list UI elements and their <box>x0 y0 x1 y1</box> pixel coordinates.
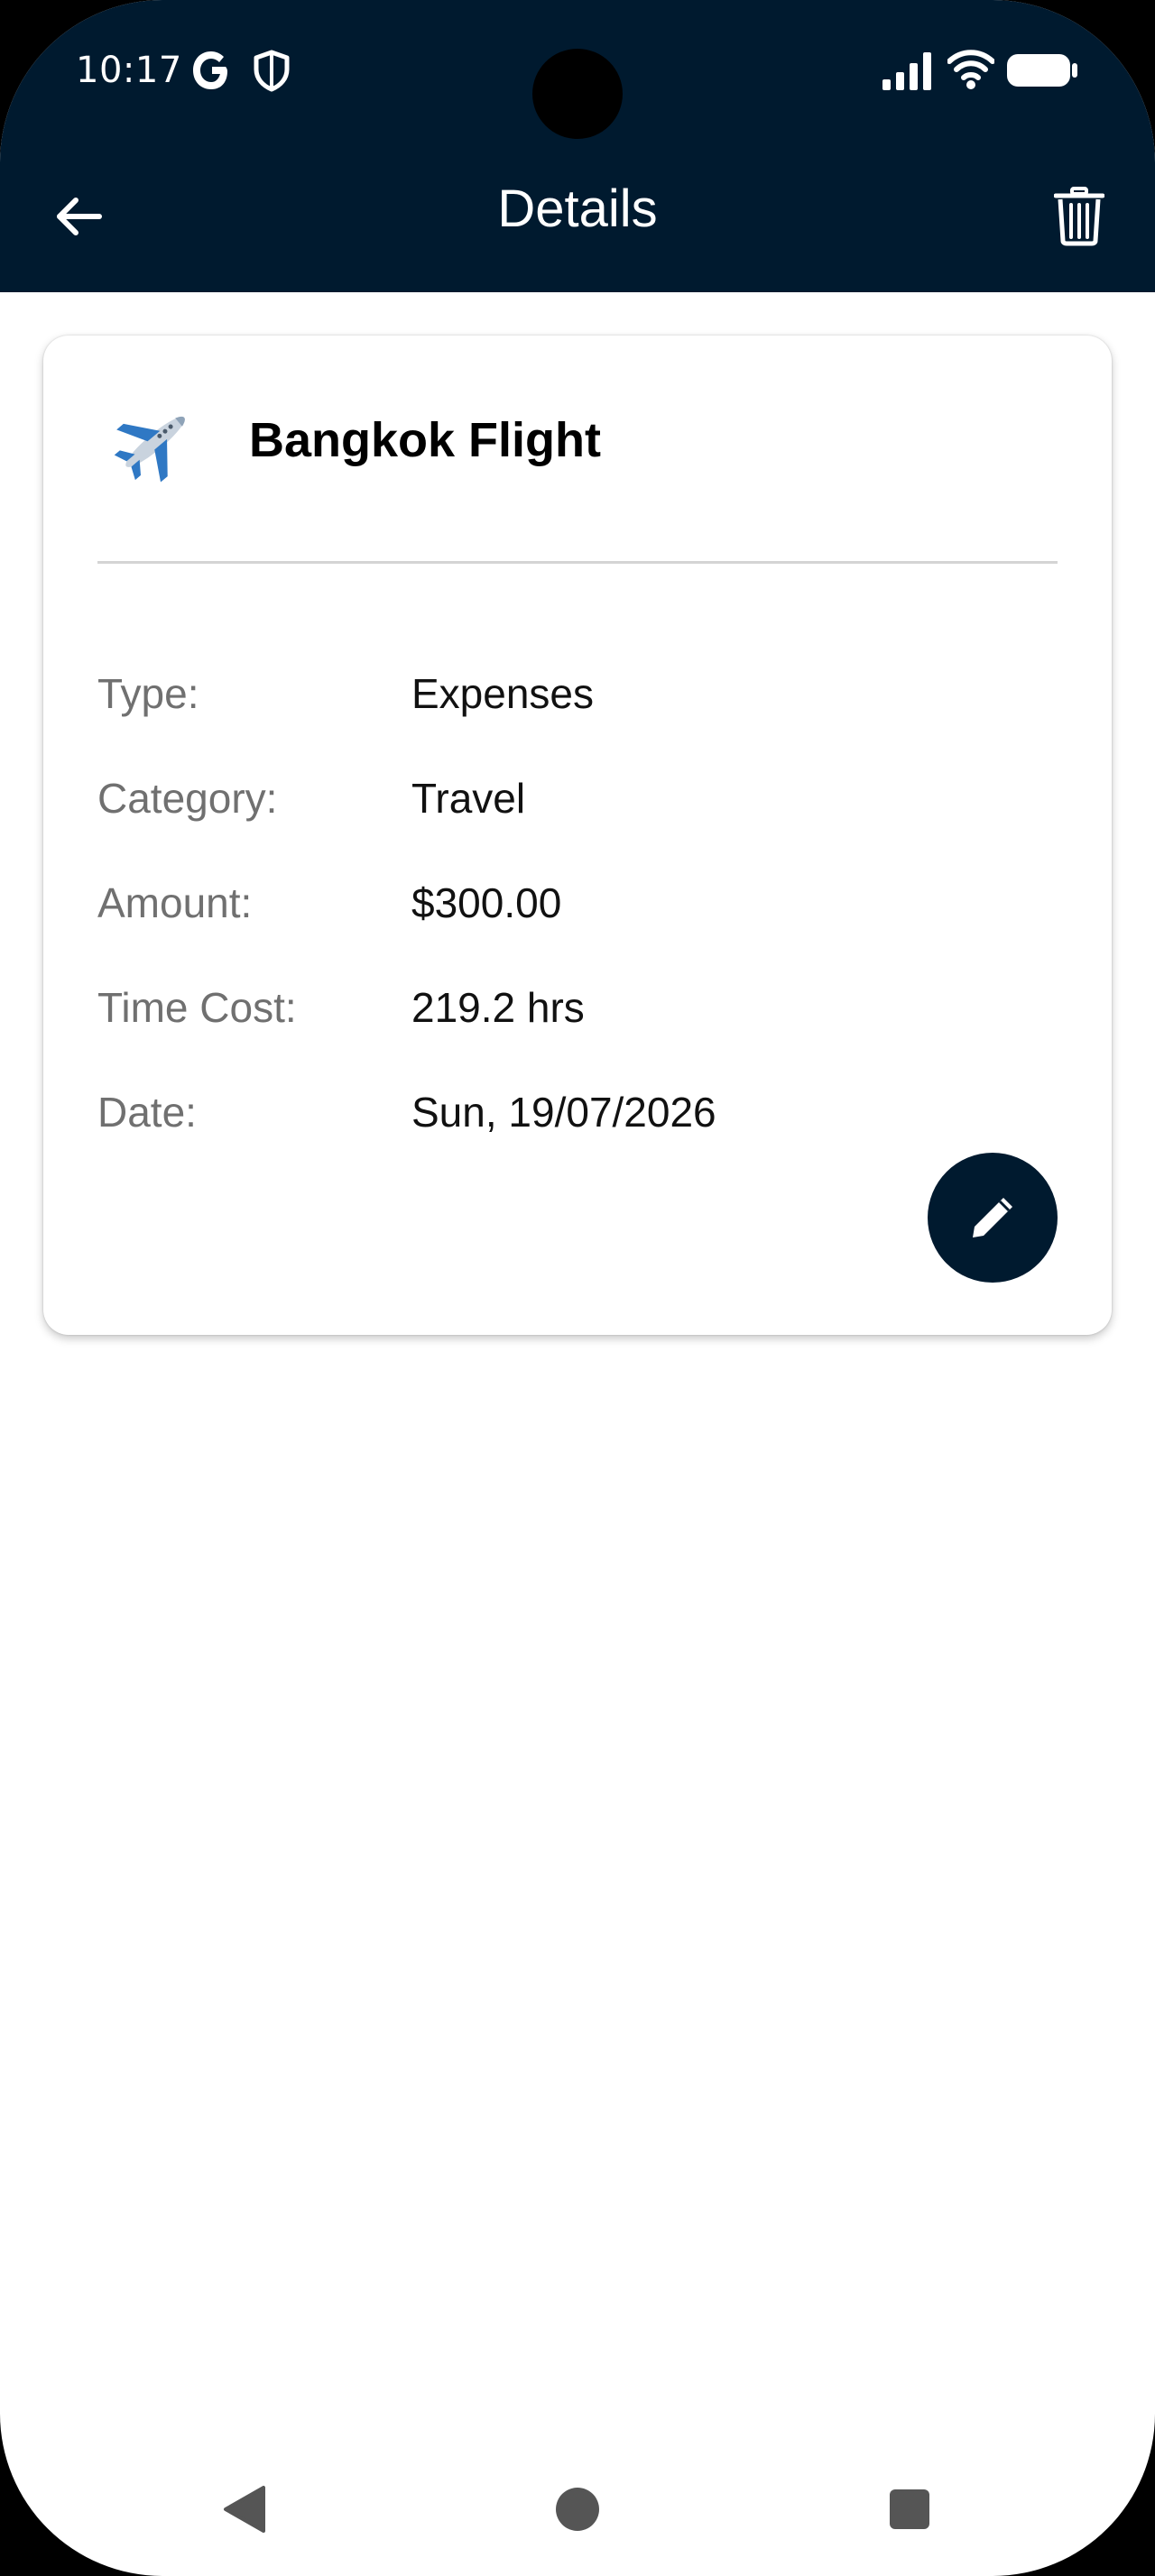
nav-back-button[interactable] <box>217 2482 271 2536</box>
status-time: 10:17 <box>76 50 182 91</box>
google-icon <box>189 47 235 94</box>
detail-label: Type: <box>97 670 199 717</box>
battery-icon <box>1005 51 1079 90</box>
header: 10:17 Details <box>0 0 1155 292</box>
wifi-icon <box>947 49 995 90</box>
system-nav-bar <box>0 2435 1155 2576</box>
app-bar: Details <box>0 144 1155 292</box>
nav-back-icon <box>224 2486 265 2533</box>
device-screen: 10:17 Details Bangkok Flight Type: Expen… <box>0 0 1155 2576</box>
detail-value: Sun, 19/07/2026 <box>411 1089 716 1136</box>
nav-home-icon <box>556 2488 599 2531</box>
nav-recents-button[interactable] <box>882 2482 937 2536</box>
detail-row-type: Type: Expenses <box>97 662 1058 725</box>
page-title: Details <box>497 179 658 238</box>
detail-value: Travel <box>411 775 526 822</box>
airplane-icon <box>114 400 197 483</box>
detail-row-date: Date: Sun, 19/07/2026 <box>97 1081 1058 1144</box>
camera-cutout <box>532 49 623 139</box>
detail-label: Amount: <box>97 879 253 926</box>
detail-row-category: Category: Travel <box>97 767 1058 830</box>
detail-row-amount: Amount: $300.00 <box>97 871 1058 934</box>
shield-icon <box>249 47 294 94</box>
arrow-left-icon <box>57 198 102 235</box>
detail-label: Date: <box>97 1089 197 1136</box>
pencil-icon <box>973 1198 1012 1237</box>
status-bar: 10:17 <box>0 0 1155 144</box>
detail-value: 219.2 hrs <box>411 984 585 1031</box>
edit-button[interactable] <box>928 1153 1058 1283</box>
nav-home-button[interactable] <box>550 2482 605 2536</box>
divider <box>97 561 1058 564</box>
transaction-card: Bangkok Flight Type: Expenses Category: … <box>43 336 1112 1335</box>
detail-row-time-cost: Time Cost: 219.2 hrs <box>97 976 1058 1039</box>
transaction-title: Bangkok Flight <box>249 413 601 467</box>
nav-recents-icon <box>890 2489 929 2529</box>
trash-icon <box>1054 187 1104 246</box>
detail-label: Time Cost: <box>97 984 297 1031</box>
back-button[interactable] <box>42 180 114 253</box>
detail-value: $300.00 <box>411 879 562 926</box>
detail-label: Category: <box>97 775 278 822</box>
detail-value: Expenses <box>411 670 595 717</box>
delete-button[interactable] <box>1043 179 1115 254</box>
signal-icon <box>882 52 935 90</box>
